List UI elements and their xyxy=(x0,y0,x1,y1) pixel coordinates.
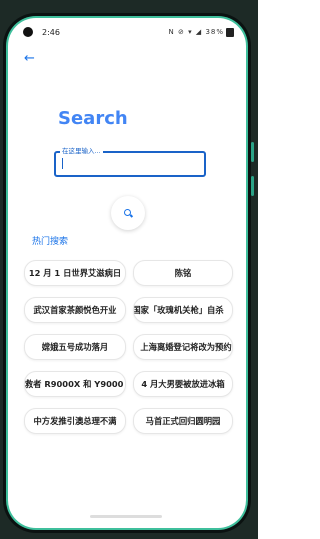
chip-label: 嫦娥五号成功落月 xyxy=(41,342,109,352)
hot-search-chip[interactable]: 拯救者 R9000X 和 Y9000 xyxy=(24,371,126,397)
arrow-left-icon: ← xyxy=(24,51,35,66)
status-icons-text: N ⊘ ▾ ◢ xyxy=(168,28,203,36)
hot-search-chip[interactable]: 12 月 1 日世界艾滋病日 xyxy=(24,260,126,286)
battery-icon xyxy=(226,28,234,37)
status-time: 2:46 xyxy=(42,28,60,37)
back-button[interactable]: ← xyxy=(24,52,38,66)
search-button[interactable] xyxy=(111,196,145,230)
hot-search-chip[interactable]: 陈铭 xyxy=(133,260,233,286)
hot-search-title: 热门搜索 xyxy=(32,237,69,247)
search-icon xyxy=(124,209,131,216)
chip-label: 拯救者 R9000X 和 Y9000 xyxy=(24,379,124,389)
hot-search-chip[interactable]: 国家「玫瑰机关枪」自杀 xyxy=(133,297,233,323)
chip-label: 陈铭 xyxy=(174,268,192,278)
hot-search-chip[interactable]: 上海离婚登记将改为预约 xyxy=(133,334,233,360)
status-bar: 2:46 N ⊘ ▾ ◢ 38% xyxy=(8,18,246,46)
device-frame: 2:46 N ⊘ ▾ ◢ 38% ← Search 在这里输入... 热门搜索 … xyxy=(0,0,258,539)
chip-label: 上海离婚登记将改为预约 xyxy=(140,342,232,352)
hot-search-chip[interactable]: 4 月大男婴被放进冰箱 xyxy=(133,371,233,397)
page-title: Search xyxy=(58,108,128,129)
battery-text: 38% xyxy=(205,28,224,36)
hot-search-chip[interactable]: 武汉首家茶颜悦色开业 xyxy=(24,297,126,323)
chip-label: 12 月 1 日世界艾滋病日 xyxy=(28,268,122,278)
side-button xyxy=(251,142,254,162)
hot-search-chip[interactable]: 马首正式回归圆明园 xyxy=(133,408,233,434)
status-icons: N ⊘ ▾ ◢ 38% xyxy=(169,28,224,36)
hot-search-chip[interactable]: 嫦娥五号成功落月 xyxy=(24,334,126,360)
hot-search-chip[interactable]: 中方发推引澳总理不满 xyxy=(24,408,126,434)
chip-label: 4 月大男婴被放进冰箱 xyxy=(141,379,225,389)
chip-label: 中方发推引澳总理不满 xyxy=(33,416,117,426)
search-input[interactable]: 在这里输入... xyxy=(54,145,206,177)
home-indicator[interactable] xyxy=(90,515,162,518)
chip-label: 马首正式回归圆明园 xyxy=(145,416,221,426)
volume-button xyxy=(4,148,7,180)
text-caret xyxy=(62,158,63,169)
chip-label: 国家「玫瑰机关枪」自杀 xyxy=(133,305,224,315)
camera-hole xyxy=(23,27,33,37)
chip-label: 武汉首家茶颜悦色开业 xyxy=(33,305,117,315)
power-button xyxy=(251,176,254,196)
search-input-label: 在这里输入... xyxy=(60,145,103,155)
screen: 2:46 N ⊘ ▾ ◢ 38% ← Search 在这里输入... 热门搜索 … xyxy=(8,18,246,528)
